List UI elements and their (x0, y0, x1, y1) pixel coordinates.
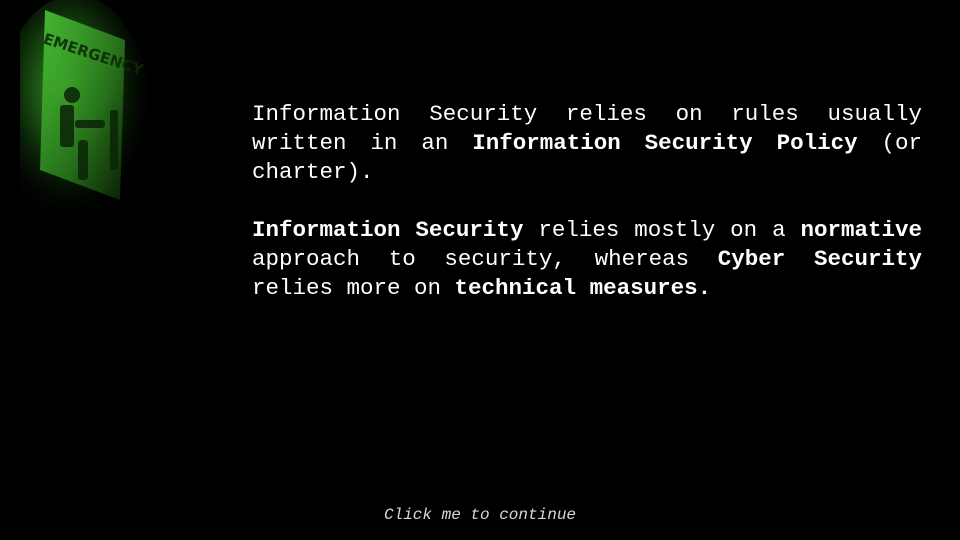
paragraph-info-security-policy: Information Security relies on rules usu… (252, 100, 922, 187)
continue-button[interactable]: Click me to continue (0, 506, 960, 524)
term-information-security-policy: Information Security Policy (472, 130, 858, 156)
term-information-security: Information Security (252, 217, 524, 243)
paragraph-normative-vs-technical: Information Security relies mostly on a … (252, 216, 922, 303)
text-segment: relies mostly on a (523, 217, 801, 243)
term-technical-measures: technical measures (454, 275, 698, 301)
text-segment: . (697, 275, 712, 301)
term-normative: normative (800, 217, 923, 243)
text-segment: relies more on (252, 275, 455, 301)
emergency-exit-sign-image: EMERGENCY (20, 0, 150, 225)
text-segment: approach to security, whereas (252, 246, 718, 272)
slide: EMERGENCY Information Security relies on… (0, 0, 960, 540)
term-cyber-security: Cyber Security (717, 246, 922, 272)
slide-body-text: Information Security relies on rules usu… (252, 100, 922, 303)
